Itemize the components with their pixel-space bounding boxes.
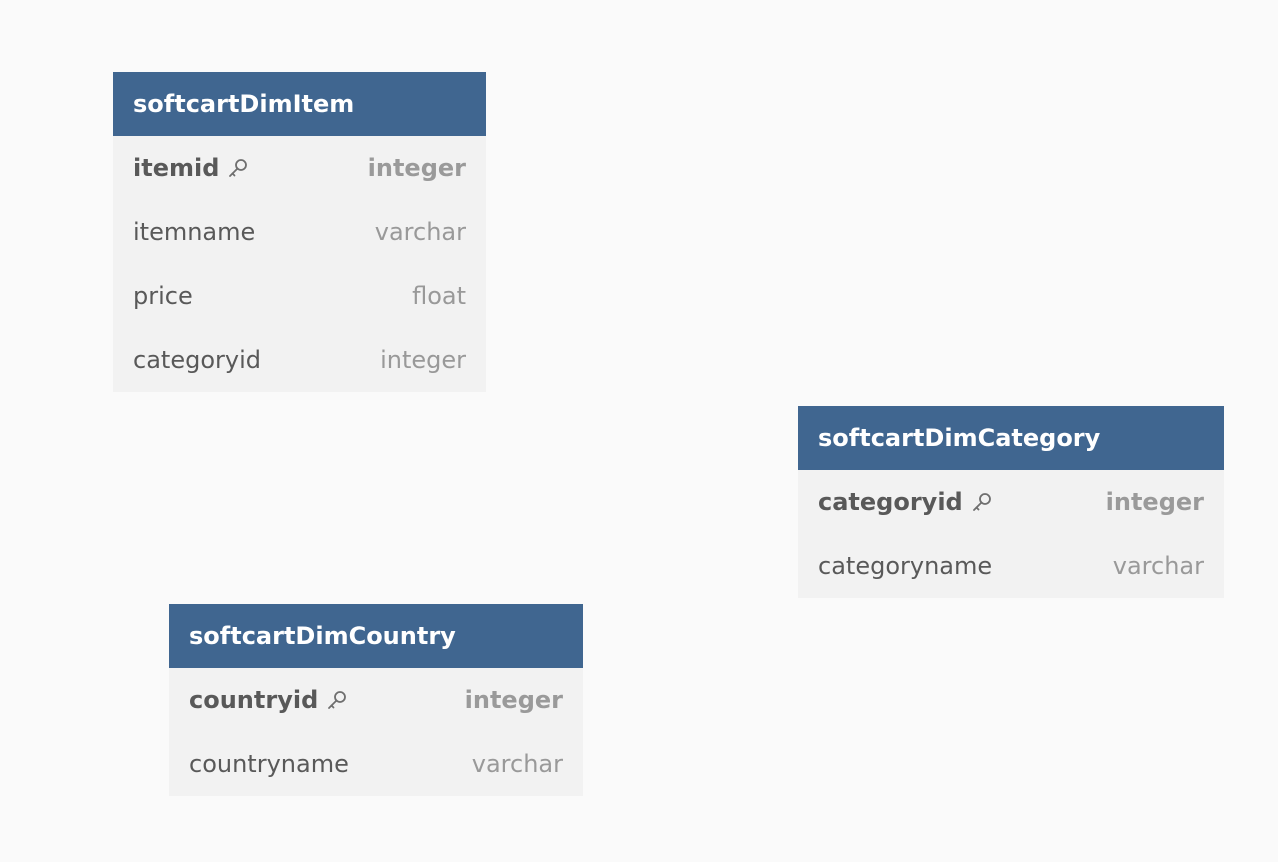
table-softcartDimItem[interactable]: softcartDimItem itemid integer itemname … [113,72,486,392]
key-icon [326,689,348,711]
table-row[interactable]: itemname varchar [113,200,486,264]
column-type: varchar [471,750,563,778]
table-title[interactable]: softcartDimCountry [169,604,583,668]
column-name: categoryname [818,552,993,580]
column-type: integer [380,346,466,374]
column-name: categoryid [133,346,261,374]
column-name-cell: itemid [133,154,249,182]
table-softcartDimCategory[interactable]: softcartDimCategory categoryid integer c… [798,406,1224,598]
column-type: integer [367,154,466,182]
table-row[interactable]: categoryname varchar [798,534,1224,598]
column-name: itemname [133,218,256,246]
table-row[interactable]: countryname varchar [169,732,583,796]
key-icon [971,491,993,513]
column-name: countryid [189,686,319,714]
column-name: categoryid [818,488,963,516]
column-name-cell: countryid [189,686,348,714]
column-type: varchar [1112,552,1204,580]
key-icon [227,157,249,179]
column-type: varchar [374,218,466,246]
table-softcartDimCountry[interactable]: softcartDimCountry countryid integer cou… [169,604,583,796]
table-title[interactable]: softcartDimItem [113,72,486,136]
table-row[interactable]: categoryid integer [798,470,1224,534]
table-row[interactable]: itemid integer [113,136,486,200]
column-type: integer [1105,488,1204,516]
table-row[interactable]: price float [113,264,486,328]
table-title[interactable]: softcartDimCategory [798,406,1224,470]
column-name: countryname [189,750,349,778]
table-row[interactable]: countryid integer [169,668,583,732]
column-name-cell: categoryid [818,488,993,516]
column-name: itemid [133,154,220,182]
column-type: float [412,282,466,310]
column-name: price [133,282,193,310]
column-type: integer [464,686,563,714]
table-row[interactable]: categoryid integer [113,328,486,392]
